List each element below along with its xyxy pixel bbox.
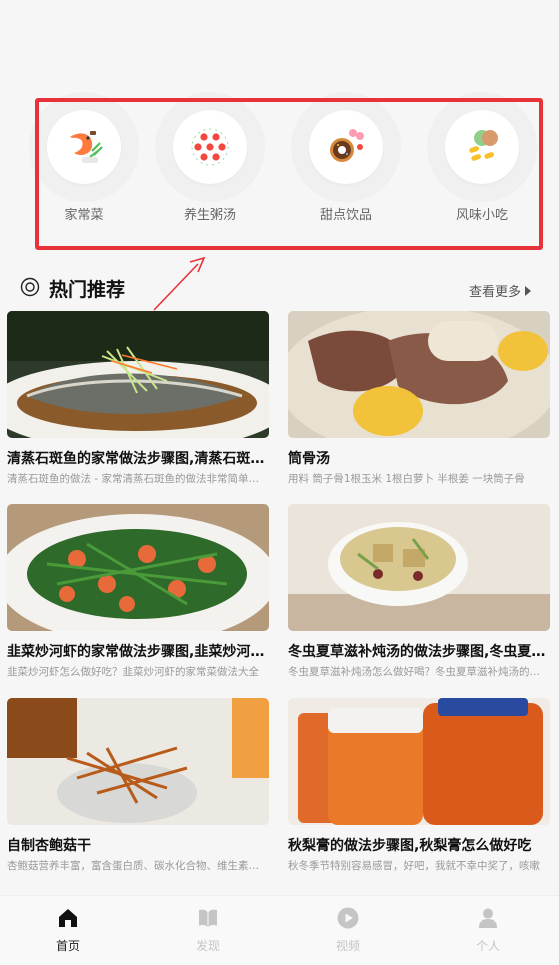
play-icon [337, 907, 359, 929]
recipe-image-dried-mushroom [7, 698, 269, 825]
nav-label: 个人 [475, 939, 500, 953]
recipe-card[interactable]: 韭菜炒河虾的家常做法步骤图,韭菜炒河虾怎么做 韭菜炒河虾怎么做好吃？韭菜炒河虾的… [7, 504, 269, 679]
category-snacks[interactable]: 风味小吃 [417, 90, 547, 223]
recipe-desc: 用料 筒子骨1根玉米 1根白萝卜 半根姜 一块筒子骨 [288, 473, 525, 485]
recipe-image-bone-soup [288, 311, 550, 438]
user-icon [479, 908, 497, 928]
shrimp-dish-icon [70, 131, 103, 163]
category-label: 风味小吃 [455, 208, 508, 223]
category-label: 家常菜 [64, 208, 104, 223]
recipe-desc: 清蒸石斑鱼的做法 - 家常清蒸石斑鱼的做法非常简单好吃 [7, 473, 269, 485]
recipe-title: 冬虫夏草滋补炖汤的做法步骤图,冬虫夏草怎么做 [288, 644, 550, 660]
recipe-image-steamed-fish [7, 311, 269, 438]
recipe-card[interactable]: 冬虫夏草滋补炖汤的做法步骤图,冬虫夏草怎么做 冬虫夏草滋补炖汤怎么做好喝？冬虫夏… [288, 504, 550, 679]
recipe-title: 韭菜炒河虾的家常做法步骤图,韭菜炒河虾怎么做 [7, 644, 269, 660]
right-triangle-icon [525, 285, 531, 296]
book-icon [199, 909, 217, 927]
recipe-title: 筒骨汤 [288, 451, 330, 467]
recipe-image-chive-shrimp [7, 504, 269, 631]
nav-home[interactable]: 首页 [38, 906, 98, 954]
category-dessert-drinks[interactable]: 甜点饮品 [281, 90, 411, 223]
recipe-image-cordyceps-soup [288, 504, 550, 631]
target-circle-icon [20, 277, 40, 297]
recipe-title: 秋梨膏的做法步骤图,秋梨膏怎么做好吃 [288, 838, 532, 854]
category-label: 甜点饮品 [319, 208, 372, 223]
recipe-title: 自制杏鲍菇干 [7, 838, 91, 854]
category-home-cooking[interactable]: 家常菜 [19, 90, 149, 223]
recipe-card[interactable]: 筒骨汤 用料 筒子骨1根玉米 1根白萝卜 半根姜 一块筒子骨 [288, 311, 550, 486]
nav-discover[interactable]: 发现 [178, 906, 238, 954]
donut-candy-icon [330, 129, 364, 162]
home-icon [59, 909, 77, 927]
hot-recommend-header: 热门推荐 查看更多 [0, 272, 559, 304]
recipe-card[interactable]: 自制杏鲍菇干 杏鲍菇营养丰富，富含蛋白质、碳水化合物、维生素及钙 [7, 698, 269, 873]
recipe-image-pear-syrup [288, 698, 550, 825]
view-more-label: 查看更多 [468, 285, 521, 300]
recipe-card[interactable]: 清蒸石斑鱼的家常做法步骤图,清蒸石斑鱼怎么做好吃 清蒸石斑鱼的做法 - 家常清蒸… [7, 311, 269, 486]
nav-video[interactable]: 视频 [318, 906, 378, 954]
snack-icon [469, 130, 498, 161]
category-label: 养生粥汤 [183, 208, 236, 223]
recipe-desc: 秋冬季节特别容易感冒，好吧，我就不幸中奖了，咳嗽 [288, 860, 540, 872]
recipe-card[interactable]: 秋梨膏的做法步骤图,秋梨膏怎么做好吃 秋冬季节特别容易感冒，好吧，我就不幸中奖了… [288, 698, 550, 873]
category-health-soup[interactable]: 养生粥汤 [145, 90, 275, 223]
bottom-navigation: 首页 发现 视频 个人 [0, 895, 559, 965]
berries-bowl-icon [191, 128, 229, 166]
category-row: 家常菜 养生粥汤 甜点饮品 风味小吃 [0, 90, 559, 223]
recipe-desc: 冬虫夏草滋补炖汤怎么做好喝？冬虫夏草滋补炖汤的做法 [288, 666, 550, 678]
recipe-title: 清蒸石斑鱼的家常做法步骤图,清蒸石斑鱼怎么做好吃 [7, 451, 269, 467]
view-more-link[interactable]: 查看更多 [469, 281, 531, 300]
nav-label: 首页 [55, 939, 80, 953]
recipe-desc: 杏鲍菇营养丰富，富含蛋白质、碳水化合物、维生素及钙 [7, 860, 269, 872]
nav-profile[interactable]: 个人 [458, 906, 518, 954]
nav-label: 发现 [195, 939, 220, 953]
nav-label: 视频 [335, 939, 360, 953]
section-title: 热门推荐 [49, 279, 126, 301]
recipe-desc: 韭菜炒河虾怎么做好吃？韭菜炒河虾的家常菜做法大全 [7, 666, 259, 678]
